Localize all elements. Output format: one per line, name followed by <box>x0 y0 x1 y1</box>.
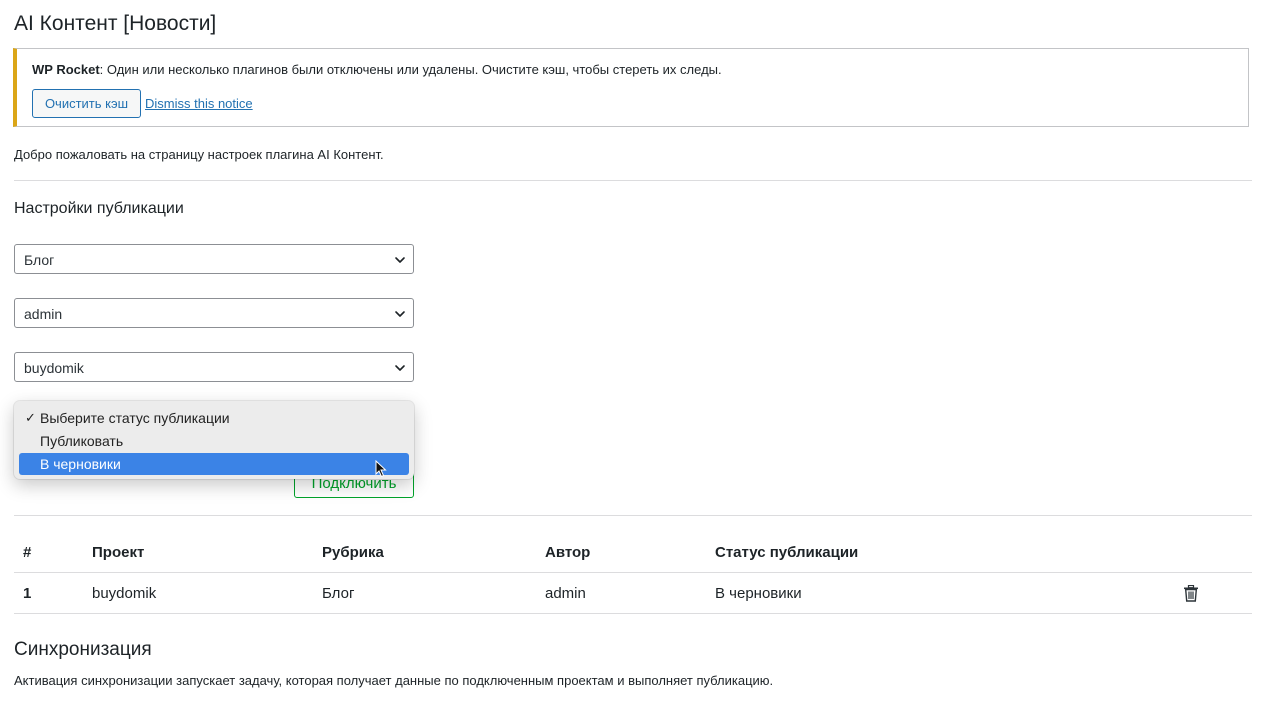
table-row: 1 buydomik Блог admin В черновики <box>14 572 1252 614</box>
status-option-publish[interactable]: Публиковать <box>19 430 409 452</box>
divider <box>14 515 1252 516</box>
page-title: AI Контент [Новости] <box>14 12 217 35</box>
chevron-down-icon <box>395 311 405 317</box>
cell-author: admin <box>536 572 706 614</box>
dismiss-notice-link[interactable]: Dismiss this notice <box>145 96 253 111</box>
notice-message: : Один или несколько плагинов были отклю… <box>99 62 722 77</box>
projects-table: # Проект Рубрика Автор Статус публикации… <box>14 532 1252 614</box>
clear-cache-button[interactable]: Очистить кэш <box>32 89 141 118</box>
column-header-category: Рубрика <box>313 532 536 573</box>
cell-number: 1 <box>14 572 83 614</box>
author-select[interactable]: admin <box>14 298 414 328</box>
category-select-value: Блог <box>24 252 55 268</box>
column-header-number: # <box>14 532 83 573</box>
publication-settings-title: Настройки публикации <box>14 200 184 217</box>
wp-rocket-notice: WP Rocket: Один или несколько плагинов б… <box>13 48 1249 127</box>
checkmark-icon: ✓ <box>25 410 36 425</box>
welcome-text: Добро пожаловать на страницу настроек пл… <box>14 147 384 162</box>
table-header-row: # Проект Рубрика Автор Статус публикации <box>14 532 1252 573</box>
notice-text: WP Rocket: Один или несколько плагинов б… <box>32 62 722 77</box>
cell-project: buydomik <box>83 572 313 614</box>
project-select-value: buydomik <box>24 360 84 376</box>
status-dropdown-menu: ✓ Выберите статус публикации Публиковать… <box>14 401 414 479</box>
status-option-label: В черновики <box>40 456 121 472</box>
status-option-draft[interactable]: В черновики <box>19 453 409 475</box>
notice-plugin-name: WP Rocket <box>32 62 100 77</box>
cell-status: В черновики <box>706 572 1174 614</box>
cell-category: Блог <box>313 572 536 614</box>
chevron-down-icon <box>395 365 405 371</box>
category-select[interactable]: Блог <box>14 244 414 274</box>
sync-title: Синхронизация <box>14 639 152 660</box>
cell-actions <box>1174 572 1252 614</box>
project-select[interactable]: buydomik <box>14 352 414 382</box>
divider <box>14 180 1252 181</box>
column-header-status: Статус публикации <box>706 532 1174 573</box>
chevron-down-icon <box>395 257 405 263</box>
column-header-author: Автор <box>536 532 706 573</box>
mouse-pointer-icon <box>375 460 387 478</box>
trash-icon[interactable] <box>1183 584 1199 602</box>
author-select-value: admin <box>24 306 63 322</box>
status-option-label: Выберите статус публикации <box>40 410 230 426</box>
column-header-actions <box>1174 532 1252 573</box>
column-header-project: Проект <box>83 532 313 573</box>
status-option-label: Публиковать <box>40 433 124 449</box>
status-option-choose[interactable]: ✓ Выберите статус публикации <box>19 407 409 429</box>
sync-description: Активация синхронизации запускает задачу… <box>14 673 774 688</box>
